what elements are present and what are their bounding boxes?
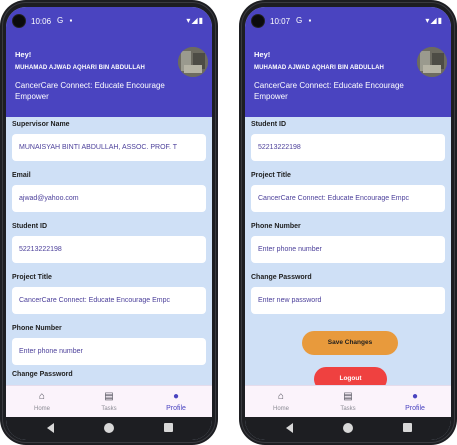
field-label: Change Password	[12, 371, 73, 378]
home-circle-icon[interactable]	[343, 423, 353, 433]
screen: 10:07 G ▪ ▾◢▮ Hey! MUHAMAD AJWAD AQHARI …	[245, 7, 451, 440]
camera-cutout	[12, 14, 26, 28]
nav-label: Home	[272, 406, 289, 412]
user-name: MUHAMAD AJWAD AQHARI BIN ABDULLAH	[254, 65, 384, 71]
nav-profile[interactable]: ● Profile	[385, 390, 445, 412]
supervisor-name-input[interactable]: MUNAISYAH BINTI ABDULLAH, ASSOC. PROF. T	[12, 134, 206, 161]
home-icon: ⌂	[38, 391, 46, 402]
nav-label: Home	[33, 406, 50, 412]
student-id-input[interactable]: 52213222198	[12, 236, 206, 263]
person-icon: ●	[411, 391, 419, 402]
field-label: Student ID	[12, 223, 47, 230]
notification-icons: G ▪	[57, 16, 75, 25]
signal-battery-icons: ▾◢▮	[186, 16, 204, 25]
greeting: Hey!	[254, 50, 271, 59]
field-label: Phone Number	[12, 325, 62, 332]
field-label: Supervisor Name	[12, 121, 70, 128]
back-icon[interactable]	[286, 423, 293, 433]
task-icon: ▤	[104, 391, 114, 402]
status-time: 10:07	[270, 17, 291, 26]
project-title-input[interactable]: CancerCare Connect: Educate Encourage Em…	[12, 287, 206, 314]
back-icon[interactable]	[47, 423, 54, 433]
field-label: Change Password	[251, 274, 312, 281]
profile-header: Hey! MUHAMAD AJWAD AQHARI BIN ABDULLAH C…	[245, 35, 451, 117]
phone-number-input[interactable]: Enter phone number	[12, 338, 206, 365]
profile-form: Student ID 52213222198 Project Title Can…	[245, 117, 451, 385]
save-changes-button[interactable]: Save Changes	[302, 331, 398, 355]
phone-number-input[interactable]: Enter phone number	[251, 236, 445, 263]
camera-cutout	[251, 14, 265, 28]
user-name: MUHAMAD AJWAD AQHARI BIN ABDULLAH	[15, 65, 145, 71]
recents-icon[interactable]	[403, 423, 412, 432]
nav-label: Tasks	[340, 406, 356, 412]
phone-frame-right: 10:07 G ▪ ▾◢▮ Hey! MUHAMAD AJWAD AQHARI …	[239, 0, 457, 445]
profile-form: Supervisor Name MUNAISYAH BINTI ABDULLAH…	[6, 117, 212, 385]
field-label: Project Title	[251, 172, 291, 179]
logout-button[interactable]: Logout	[314, 367, 387, 385]
field-label: Email	[12, 172, 31, 179]
home-circle-icon[interactable]	[104, 423, 114, 433]
field-label: Project Title	[12, 274, 52, 281]
app-tagline: CancerCare Connect: Educate Encourage Em…	[254, 81, 404, 101]
nav-tasks[interactable]: ▤ Tasks	[79, 390, 139, 412]
field-label: Student ID	[251, 121, 286, 128]
status-time: 10:06	[31, 17, 52, 26]
project-title-input[interactable]: CancerCare Connect: Educate Encourage Em…	[251, 185, 445, 212]
nav-label: Tasks	[101, 406, 117, 412]
nav-home[interactable]: ⌂ Home	[12, 390, 72, 412]
new-password-input[interactable]: Enter new password	[251, 287, 445, 314]
nav-profile[interactable]: ● Profile	[146, 390, 206, 412]
student-id-input[interactable]: 52213222198	[251, 134, 445, 161]
bottom-nav: ⌂ Home ▤ Tasks ● Profile	[245, 385, 451, 417]
task-icon: ▤	[343, 391, 353, 402]
recents-icon[interactable]	[164, 423, 173, 432]
app-tagline: CancerCare Connect: Educate Encourage Em…	[15, 81, 165, 101]
nav-home[interactable]: ⌂ Home	[251, 390, 311, 412]
system-nav-bar	[6, 417, 212, 440]
avatar[interactable]	[417, 47, 447, 77]
notification-icons: G ▪	[296, 16, 314, 25]
field-label: Phone Number	[251, 223, 301, 230]
bottom-nav: ⌂ Home ▤ Tasks ● Profile	[6, 385, 212, 417]
signal-battery-icons: ▾◢▮	[425, 16, 443, 25]
email-input[interactable]: ajwad@yahoo.com	[12, 185, 206, 212]
avatar[interactable]	[178, 47, 208, 77]
system-nav-bar	[245, 417, 451, 440]
screen: 10:06 G ▪ ▾◢▮ Hey! MUHAMAD AJWAD AQHARI …	[6, 7, 212, 440]
profile-header: Hey! MUHAMAD AJWAD AQHARI BIN ABDULLAH C…	[6, 35, 212, 117]
home-icon: ⌂	[277, 391, 285, 402]
status-bar: 10:06 G ▪ ▾◢▮	[6, 7, 212, 35]
greeting: Hey!	[15, 50, 32, 59]
phone-frame-left: 10:06 G ▪ ▾◢▮ Hey! MUHAMAD AJWAD AQHARI …	[0, 0, 218, 445]
person-icon: ●	[172, 391, 180, 402]
status-bar: 10:07 G ▪ ▾◢▮	[245, 7, 451, 35]
nav-label: Profile	[405, 405, 425, 412]
nav-label: Profile	[166, 405, 186, 412]
nav-tasks[interactable]: ▤ Tasks	[318, 390, 378, 412]
